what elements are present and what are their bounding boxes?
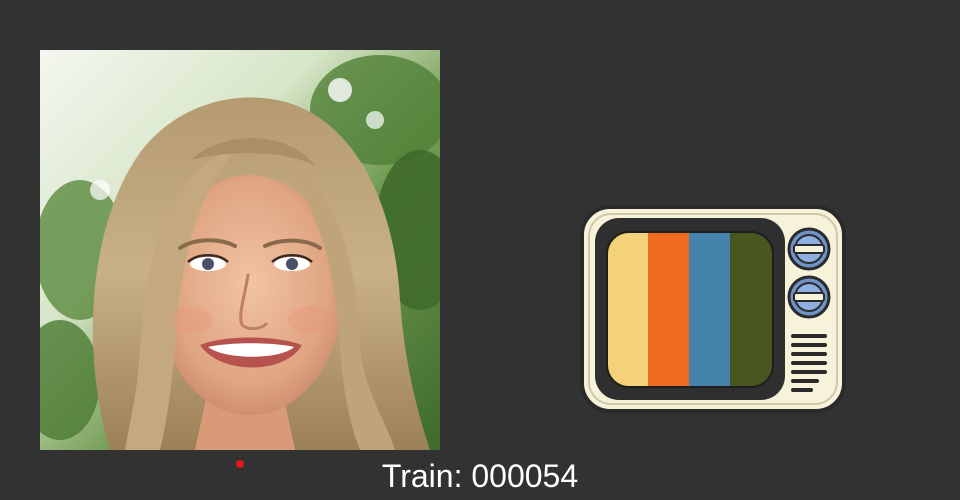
- train-counter: Train: 000054: [0, 456, 960, 496]
- face-photo-illustration: [40, 50, 440, 450]
- retro-tv-icon: [579, 204, 847, 414]
- tv-bar-orange: [648, 232, 690, 387]
- tv-bar-blue: [689, 232, 731, 387]
- retro-tv-icon-svg: [580, 205, 846, 413]
- tv-bar-yellow: [607, 232, 649, 387]
- counter-label: Train:: [381, 458, 463, 494]
- counter-value: 000054: [471, 458, 579, 494]
- face-photo: [40, 50, 440, 450]
- tv-bar-green: [730, 232, 773, 387]
